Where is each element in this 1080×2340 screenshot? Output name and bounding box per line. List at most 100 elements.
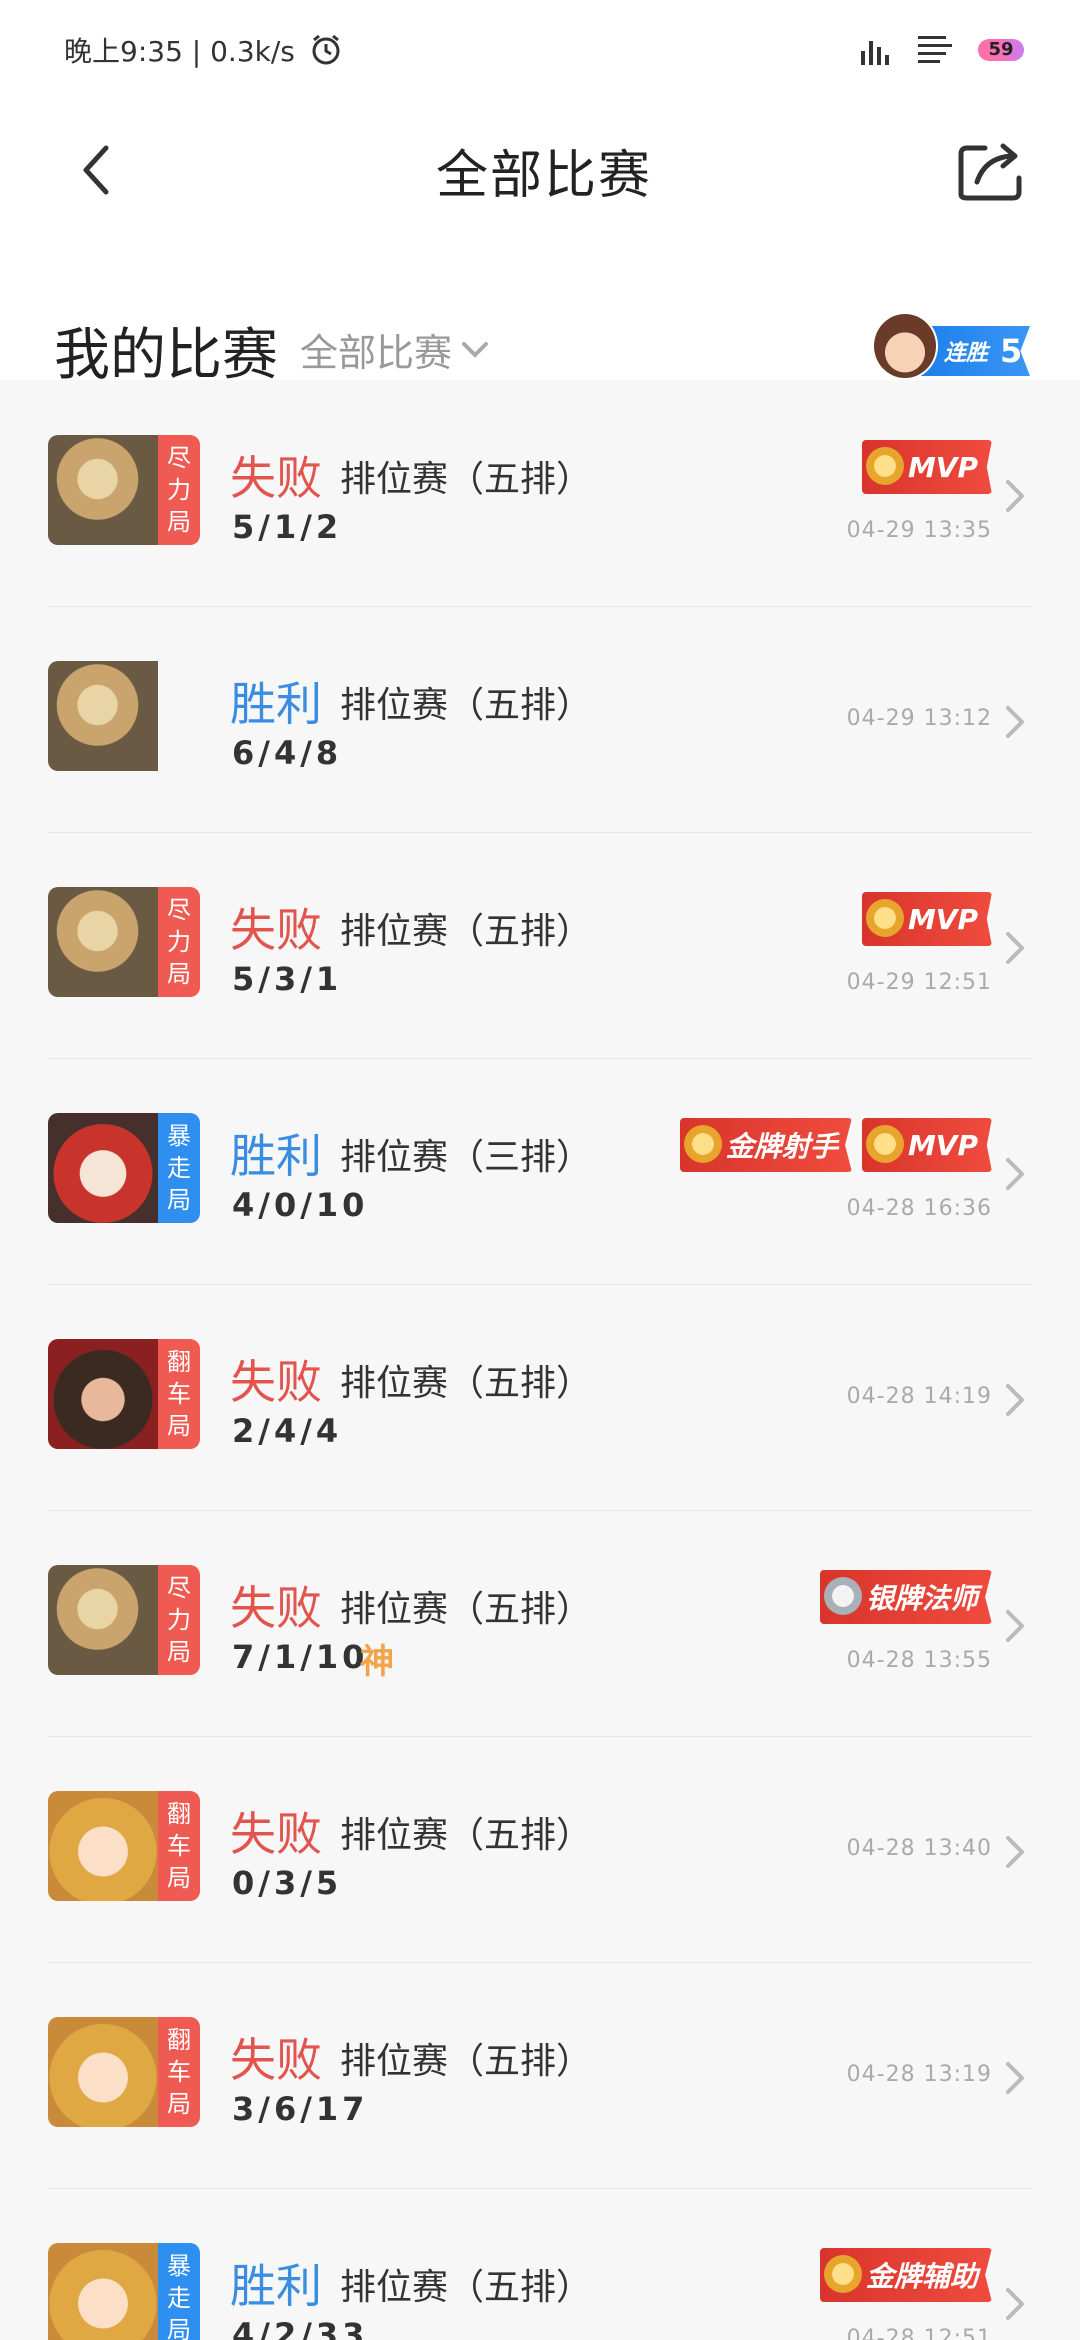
match-time: 04-29 13:12 (846, 706, 992, 731)
win-streak-badge: 连胜 5 (872, 312, 1030, 380)
hero-avatar (48, 1791, 158, 1901)
status-bar: 晚上9:35 | 0.3k/s 59 (0, 0, 1080, 100)
medal-icon (683, 1125, 722, 1163)
match-time: 04-28 12:51 (846, 2326, 992, 2340)
match-result: 失败 (230, 1581, 322, 1635)
status-left: 晚上9:35 | 0.3k/s (64, 30, 343, 70)
match-kda: 5/3/1 (232, 960, 343, 998)
status-right: 59 (860, 34, 1024, 66)
streak-label: 连胜 (944, 341, 989, 366)
mvp-badge: MVP (861, 892, 992, 946)
match-mode: 排位赛（五排） (340, 1363, 593, 1404)
medal-icon (823, 2255, 862, 2293)
nav-bar: 全部比赛 (0, 100, 1080, 240)
match-time: 04-28 13:19 (846, 2062, 992, 2087)
match-row[interactable]: 翻车局失败 排位赛（五排） 0/3/5 04-28 13:40 (0, 1736, 1080, 1962)
match-time: 04-29 13:35 (846, 518, 992, 543)
hero-avatar (48, 887, 158, 997)
page-title: 全部比赛 (435, 145, 652, 206)
match-result: 失败 (230, 903, 322, 957)
match-kda: 3/6/17 (232, 2090, 369, 2128)
match-row[interactable]: 翻车局失败 排位赛（五排） 2/4/4 04-28 14:19 (0, 1284, 1080, 1510)
match-badges: MVP (861, 440, 992, 494)
chevron-right-icon[interactable] (1000, 1154, 1030, 1194)
badge-label: MVP (907, 902, 978, 936)
hero-avatar-group: 尽力局 (48, 887, 200, 997)
mvp-badge: MVP (861, 440, 992, 494)
match-mode: 排位赛（五排） (340, 2041, 593, 2082)
streak-avatar (872, 312, 938, 380)
chevron-right-icon[interactable] (1000, 702, 1030, 742)
hero-avatar (48, 1565, 158, 1675)
match-badges: MVP (861, 892, 992, 946)
match-time: 04-28 13:40 (846, 1836, 992, 1861)
match-badges: 金牌辅助 (819, 2248, 992, 2302)
signal-icon (861, 41, 889, 65)
back-button[interactable] (56, 130, 136, 210)
trophy-icon (865, 447, 904, 485)
hero-avatar (48, 2017, 158, 2127)
chevron-right-icon[interactable] (1000, 2058, 1030, 2098)
god-badge: 神 (360, 1642, 394, 1682)
match-row[interactable]: 胜利 排位赛（五排） 6/4/8 04-29 13:12 (0, 606, 1080, 832)
badge-label: 金牌射手 (725, 1130, 838, 1163)
match-tag: 翻车局 (158, 1791, 200, 1901)
match-row[interactable]: 尽力局失败 排位赛（五排） 5/1/2 MVP 04-29 13:35 (0, 380, 1080, 606)
chevron-right-icon[interactable] (1000, 1380, 1030, 1420)
streak-count: 5 (1000, 332, 1023, 370)
chevron-right-icon[interactable] (1000, 1832, 1030, 1872)
hero-avatar-group: 翻车局 (48, 1339, 200, 1449)
match-badges: 银牌法师 (819, 1570, 992, 1624)
match-kda: 4/0/10 (232, 1186, 369, 1224)
chevron-right-icon[interactable] (1000, 476, 1030, 516)
match-filter-dropdown[interactable]: 全部比赛 (300, 322, 490, 377)
badge-label: 金牌辅助 (865, 2260, 978, 2293)
match-badges: 金牌射手 MVP (679, 1118, 992, 1172)
share-icon (958, 143, 1022, 201)
battery-icon: 59 (978, 39, 1024, 61)
match-mode: 排位赛（五排） (340, 459, 593, 500)
match-tag: 尽力局 (158, 1565, 200, 1675)
mvp-badge: MVP (861, 1118, 992, 1172)
section-title: 我的比赛 (54, 323, 278, 388)
chevron-right-icon[interactable] (1000, 1606, 1030, 1646)
hero-avatar-group (48, 661, 200, 771)
wifi-icon (918, 36, 952, 63)
match-row[interactable]: 翻车局失败 排位赛（五排） 3/6/17 04-28 13:19 (0, 1962, 1080, 2188)
match-mode: 排位赛（五排） (340, 911, 593, 952)
medal-badge: 金牌射手 (679, 1118, 852, 1172)
match-mode: 排位赛（五排） (340, 2267, 593, 2308)
match-kda: 6/4/8 (232, 734, 343, 772)
hero-avatar-group: 翻车局 (48, 2017, 200, 2127)
match-tag: 翻车局 (158, 2017, 200, 2127)
match-mode: 排位赛（三排） (340, 1137, 593, 1178)
match-tag: 暴走局 (158, 1113, 200, 1223)
alarm-icon (312, 34, 340, 65)
hero-avatar (48, 661, 158, 771)
match-row[interactable]: 尽力局失败 排位赛（五排） 5/3/1 MVP 04-29 12:51 (0, 832, 1080, 1058)
back-chevron-icon (83, 145, 109, 195)
match-row[interactable]: 暴走局胜利 排位赛（五排） 4/2/33 金牌辅助 04-28 12:51 (0, 2188, 1080, 2340)
match-mode: 排位赛（五排） (340, 1815, 593, 1856)
match-kda: 5/1/2 (232, 508, 343, 546)
match-kda: 7/1/10 (232, 1638, 369, 1676)
hero-avatar (48, 2243, 158, 2340)
match-row[interactable]: 尽力局失败 排位赛（五排） 7/1/10 神 银牌法师 04-28 13:55 (0, 1510, 1080, 1736)
match-result: 失败 (230, 1807, 322, 1861)
status-text: 晚上9:35 | 0.3k/s (64, 35, 295, 68)
match-mode: 排位赛（五排） (340, 1589, 593, 1630)
match-time: 04-28 13:55 (846, 1648, 992, 1673)
match-result: 胜利 (230, 677, 322, 731)
chevron-right-icon[interactable] (1000, 2284, 1030, 2324)
match-tag: 尽力局 (158, 887, 200, 997)
match-time: 04-28 16:36 (846, 1196, 992, 1221)
hero-avatar-group: 尽力局 (48, 1565, 200, 1675)
share-button[interactable] (952, 130, 1032, 210)
match-kda: 0/3/5 (232, 1864, 343, 1902)
match-kda: 2/4/4 (232, 1412, 343, 1450)
match-row[interactable]: 暴走局胜利 排位赛（三排） 4/0/10 金牌射手 MVP 04-28 16:36 (0, 1058, 1080, 1284)
chevron-right-icon[interactable] (1000, 928, 1030, 968)
trophy-icon (865, 899, 904, 937)
trophy-icon (865, 1125, 904, 1163)
match-tag: 翻车局 (158, 1339, 200, 1449)
